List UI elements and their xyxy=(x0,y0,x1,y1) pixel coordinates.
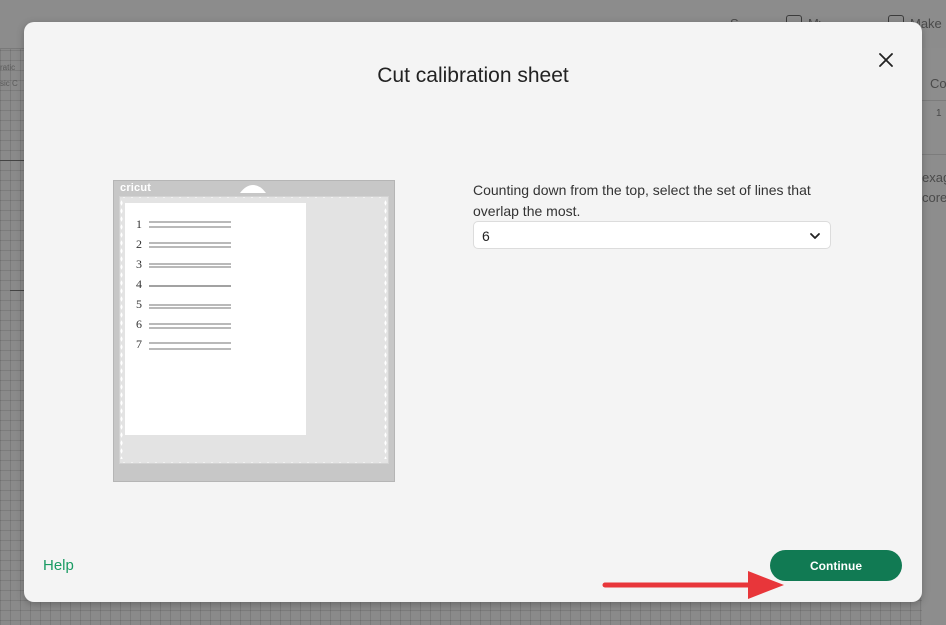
calibration-line-set: 7 xyxy=(136,337,236,351)
background-text-fragment: Co xyxy=(930,76,946,91)
calibration-lines xyxy=(149,263,231,268)
instruction-text: Counting down from the top, select the s… xyxy=(473,182,811,219)
calibration-lines xyxy=(149,242,231,248)
mat-brand-logo: cricut xyxy=(120,182,152,194)
background-text-fragment: exag xyxy=(922,170,946,185)
mat-edge-marks xyxy=(120,199,123,459)
calibration-lines xyxy=(149,285,231,287)
mat-edge-marks xyxy=(120,196,386,199)
calibration-line-number: 1 xyxy=(136,217,142,231)
calibration-lines xyxy=(149,342,231,350)
calibration-line-number: 3 xyxy=(136,257,142,271)
ruler-mark xyxy=(0,160,24,161)
background-text-fragment: sic C xyxy=(0,79,18,88)
background-text-fragment: 1 xyxy=(936,108,942,119)
mat-edge-marks xyxy=(120,461,386,464)
calibration-line-number: 5 xyxy=(136,297,142,311)
background-text-fragment: ratic xyxy=(0,63,16,72)
calibration-dialog: Cut calibration sheet cricut 1 2 3 4 5 6… xyxy=(24,22,922,602)
calibration-paper: 1 2 3 4 5 6 7 xyxy=(125,203,306,435)
calibration-line-number: 6 xyxy=(136,317,142,331)
calibration-lines xyxy=(149,304,231,309)
cutting-mat-illustration: cricut 1 2 3 4 5 6 7 xyxy=(113,180,395,482)
calibration-line-set: 2 xyxy=(136,237,236,251)
background-right-panel: Co 1 exag core xyxy=(922,48,946,625)
close-icon xyxy=(879,53,893,67)
continue-button[interactable]: Continue xyxy=(770,550,902,581)
mat-edge-marks xyxy=(384,199,387,459)
chevron-down-icon xyxy=(810,233,820,239)
close-button[interactable] xyxy=(872,46,900,74)
calibration-line-set: 5 xyxy=(136,297,236,311)
mat-grip-tab-icon xyxy=(240,185,266,193)
calibration-line-set: 4 xyxy=(136,277,236,291)
overlap-line-set-select[interactable]: 6 xyxy=(473,221,831,249)
ruler-mark xyxy=(10,290,24,291)
help-link[interactable]: Help xyxy=(43,557,74,574)
background-text-fragment: core xyxy=(922,190,946,205)
calibration-lines xyxy=(149,221,231,228)
calibration-line-set: 6 xyxy=(136,317,236,331)
background-left-panel: ratic sic C xyxy=(0,60,24,92)
calibration-lines xyxy=(149,323,231,329)
calibration-line-number: 7 xyxy=(136,337,142,351)
calibration-line-set: 1 xyxy=(136,217,236,231)
annotation-arrow-icon xyxy=(602,571,784,599)
calibration-line-set: 3 xyxy=(136,257,236,271)
select-value: 6 xyxy=(482,228,490,244)
calibration-line-number: 4 xyxy=(136,277,142,291)
dialog-title: Cut calibration sheet xyxy=(377,64,569,87)
calibration-line-number: 2 xyxy=(136,237,142,251)
